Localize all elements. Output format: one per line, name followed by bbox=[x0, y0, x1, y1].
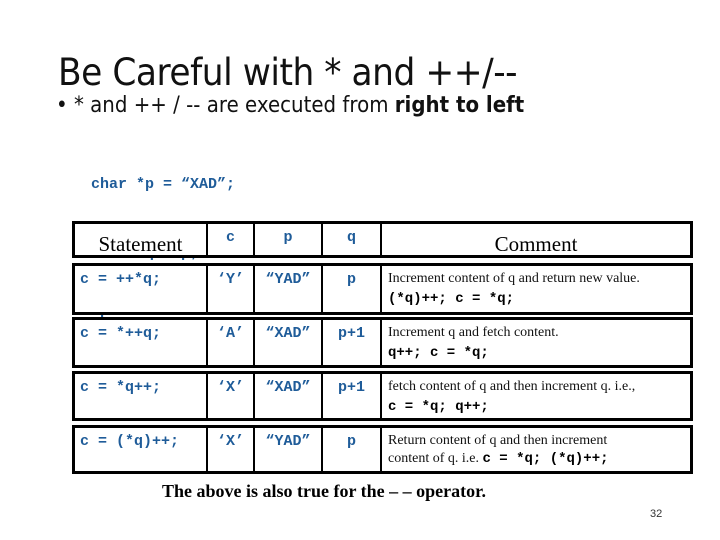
cell-p: “YAD” bbox=[255, 266, 323, 312]
cell-q: p bbox=[323, 428, 382, 471]
code-line: char *p = “XAD”; bbox=[91, 176, 236, 193]
comment-text: fetch content of q and then increment q.… bbox=[388, 379, 636, 394]
cell-q: p bbox=[323, 266, 382, 312]
cell-comment: Increment content of q and return new va… bbox=[382, 266, 690, 312]
bullet-text: • * and ++ / -- are executed from bbox=[56, 93, 395, 118]
header-c: c bbox=[208, 224, 255, 255]
comment-code: (*q)++; c = *q; bbox=[388, 291, 515, 307]
cell-comment: Increment q and fetch content. q++; c = … bbox=[382, 320, 690, 365]
header-p: p bbox=[255, 224, 323, 255]
comment-text: Return content of q and then increment bbox=[388, 433, 608, 448]
comment-code: c = *q; q++; bbox=[388, 399, 489, 415]
header-q: q bbox=[323, 224, 382, 255]
table-row: c = ++*q; ‘Y’ “YAD” p Increment content … bbox=[72, 263, 693, 315]
comment-text: Increment content of q and return new va… bbox=[388, 271, 640, 286]
table-row: c = *q++; ‘X’ “XAD” p+1 fetch content of… bbox=[72, 371, 693, 421]
comment-code: q++; c = *q; bbox=[388, 345, 489, 361]
table-header-row: Statement c p q Comment bbox=[72, 221, 693, 258]
bullet-point: • * and ++ / -- are executed from right … bbox=[56, 95, 524, 117]
cell-q: p+1 bbox=[323, 320, 382, 365]
comment-code: c = *q; (*q)++; bbox=[482, 451, 609, 467]
cell-statement: c = ++*q; bbox=[75, 266, 208, 312]
cell-comment: fetch content of q and then increment q.… bbox=[382, 374, 690, 418]
footer-note: The above is also true for the – – opera… bbox=[162, 481, 486, 501]
cell-c: ‘A’ bbox=[208, 320, 255, 365]
page-number: 32 bbox=[650, 508, 663, 520]
header-statement: Statement bbox=[75, 224, 208, 256]
cell-c: ‘X’ bbox=[208, 428, 255, 471]
comment-text: Increment q and fetch content. bbox=[388, 325, 559, 340]
cell-p: “XAD” bbox=[255, 320, 323, 365]
bullet-emphasis: right to left bbox=[394, 93, 525, 118]
cell-statement: c = (*q)++; bbox=[75, 428, 208, 471]
cell-statement: c = *++q; bbox=[75, 320, 208, 365]
cell-p: “XAD” bbox=[255, 374, 323, 418]
cell-comment: Return content of q and then increment c… bbox=[382, 428, 690, 471]
cell-statement: c = *q++; bbox=[75, 374, 208, 418]
header-comment: Comment bbox=[494, 232, 578, 256]
slide-title: Be Careful with * and ++/-- bbox=[58, 51, 518, 94]
comment-text-continued: content of q. i.e. bbox=[388, 451, 483, 466]
cell-c: ‘X’ bbox=[208, 374, 255, 418]
table-row: c = (*q)++; ‘X’ “YAD” p Return content o… bbox=[72, 425, 693, 474]
cell-q: p+1 bbox=[323, 374, 382, 418]
cell-p: “YAD” bbox=[255, 428, 323, 471]
comment-text-line2: content of q. i.e. c = *q; (*q)++; bbox=[388, 450, 690, 468]
cell-c: ‘Y’ bbox=[208, 266, 255, 312]
table-row: c = *++q; ‘A’ “XAD” p+1 Increment q and … bbox=[72, 317, 693, 368]
